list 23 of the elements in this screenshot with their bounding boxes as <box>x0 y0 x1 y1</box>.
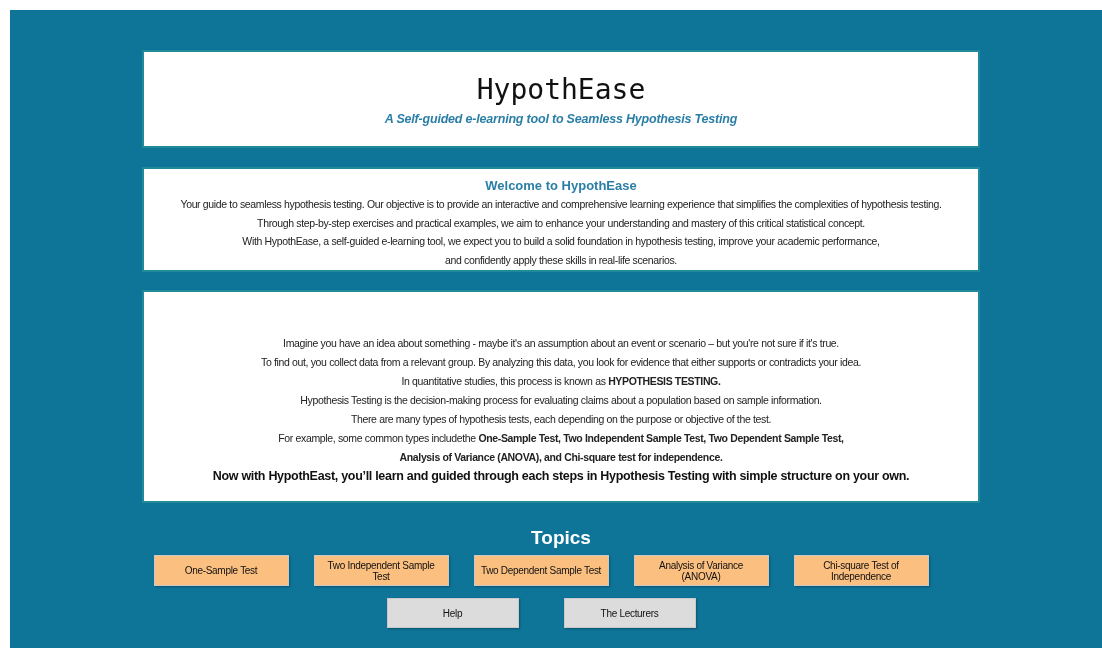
intro-text: In quantitative studies, this process is known as HYPOTHESIS TESTING. <box>400 374 722 389</box>
topic-button[interactable]: Two Dependent Sample Test <box>473 555 609 586</box>
welcome-heading: Welcome to HypothEase <box>484 178 638 193</box>
topic-button[interactable]: Analysis of Variance (ANOVA) <box>633 555 769 586</box>
welcome-text: Your guide to seamless hypothesis testing. Our objective is to provide an interactive and comprehensive learning experience that simplifies the complexities of hypothesis testing. <box>179 197 943 212</box>
welcome-text: Through step-by-step exercises and practical examples, we aim to enhance your understanding and mastery of this critical statistical concept. <box>256 215 866 231</box>
welcome-text: and confidently apply these skills in real-life scenarios. <box>444 252 678 268</box>
topic-button[interactable]: One-Sample Test <box>153 555 289 586</box>
intro-text: For example, some common types includethe One-Sample Test, Two Independent Sample Test, Two Dependent Sample Test, <box>277 431 845 446</box>
app-title: HypothEase <box>475 72 647 106</box>
intro-text: Now with HypothEast, you’ll learn and guided through each steps in Hypothesis Testing with simple structure on your own. <box>211 468 911 485</box>
topic-button[interactable]: Two Independent Sample Test <box>313 555 449 586</box>
welcome-text: With HypothEase, a self-guided e-learning tool, we expect you to build a solid foundation in hypothesis testing, improve your academic performance, <box>241 234 881 249</box>
app-subtitle: A Self-guided e-learning tool to Seamless Hypothesis Testing <box>383 111 739 126</box>
topics-heading: Topics <box>530 527 592 549</box>
intro-text: Hypothesis Testing is the decision-making process for evaluating claims about a population based on sample information. <box>299 393 823 408</box>
intro-text: Analysis of Variance (ANOVA), and Chi-square test for independence. <box>398 450 724 465</box>
topic-button[interactable]: Chi-square Test of Independence <box>793 555 929 586</box>
intro-text: Imagine you have an idea about something - maybe it's an assumption about an event or scenario – but you're not sure if it's true. <box>282 336 840 351</box>
intro-text: There are many types of hypothesis tests, each depending on the purpose or objective of the test. <box>349 412 773 427</box>
nav-button[interactable]: The Lecturers <box>563 598 696 628</box>
nav-button[interactable]: Help <box>386 598 519 628</box>
intro-text: To find out, you collect data from a relevant group. By analyzing this data, you look for evidence that either supports or contradicts your idea. <box>260 355 862 370</box>
